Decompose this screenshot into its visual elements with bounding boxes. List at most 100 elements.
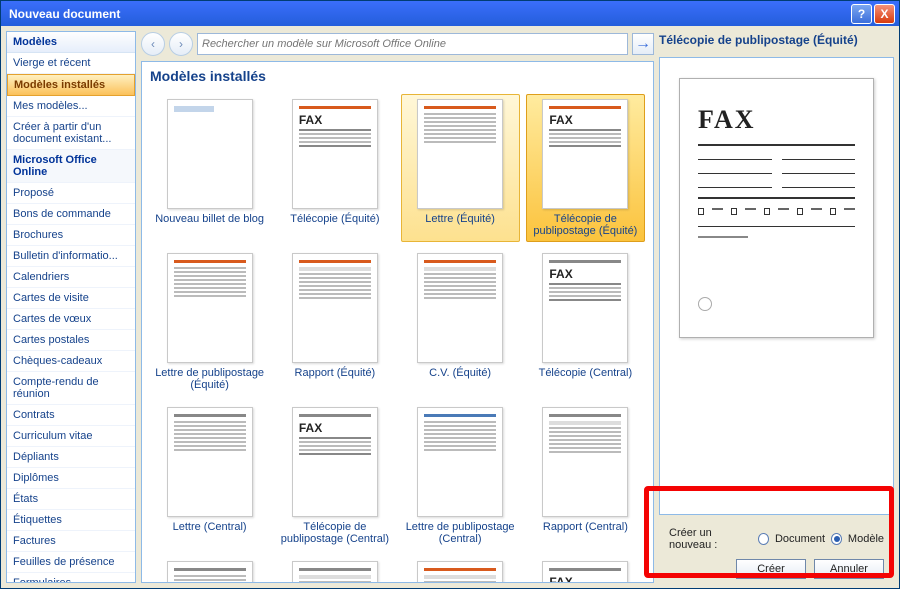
template-thumb <box>417 561 503 582</box>
template-thumb <box>417 407 503 517</box>
template-label: Rapport (Équité) <box>295 363 376 391</box>
template-thumb <box>292 253 378 363</box>
window-title: Nouveau document <box>5 7 849 21</box>
sidebar-item-5[interactable]: Proposé <box>7 183 135 204</box>
sidebar-item-2[interactable]: Mes modèles... <box>7 96 135 117</box>
content-heading: Modèles installés <box>142 62 653 90</box>
template-tile-13[interactable] <box>275 556 394 582</box>
content-panel: Modèles installés Nouveau billet de blog… <box>141 61 654 583</box>
sidebar-item-4[interactable]: Microsoft Office Online <box>7 150 135 183</box>
create-new-panel: Créer un nouveau : Document Modèle Créer… <box>659 521 894 583</box>
template-label: Lettre de publipostage (Central) <box>406 517 515 545</box>
template-thumb: FAX <box>292 99 378 209</box>
sidebar-item-10[interactable]: Cartes de visite <box>7 288 135 309</box>
template-tile-14[interactable] <box>401 556 520 582</box>
sidebar-item-7[interactable]: Brochures <box>7 225 135 246</box>
template-tile-2[interactable]: Lettre (Équité) <box>401 94 520 242</box>
template-label: Rapport (Central) <box>543 517 628 545</box>
template-thumb <box>417 99 503 209</box>
template-tile-12[interactable] <box>150 556 269 582</box>
template-label: Lettre (Central) <box>173 517 247 545</box>
sidebar-item-17[interactable]: Dépliants <box>7 447 135 468</box>
new-document-dialog: Nouveau document ? X Modèles Vierge et r… <box>0 0 900 589</box>
help-icon: ? <box>858 7 865 21</box>
dialog-buttons: Créer Annuler <box>669 559 884 579</box>
template-tile-6[interactable]: C.V. (Équité) <box>401 248 520 396</box>
template-label: Lettre (Équité) <box>425 209 495 237</box>
sidebar-item-21[interactable]: Factures <box>7 531 135 552</box>
close-button[interactable]: X <box>874 4 895 24</box>
sidebar-item-12[interactable]: Cartes postales <box>7 330 135 351</box>
sidebar-item-23[interactable]: Formulaires <box>7 573 135 582</box>
template-tile-9[interactable]: FAXTélécopie de publipostage (Central) <box>275 402 394 550</box>
template-label: Nouveau billet de blog <box>155 209 264 237</box>
template-thumb <box>417 253 503 363</box>
template-tile-4[interactable]: Lettre de publipostage (Équité) <box>150 248 269 396</box>
chevron-right-icon: › <box>179 37 183 51</box>
radio-template[interactable] <box>831 533 842 545</box>
template-label: Télécopie de publipostage (Équité) <box>531 209 640 237</box>
help-button[interactable]: ? <box>851 4 872 24</box>
template-thumb <box>292 561 378 582</box>
radio-document[interactable] <box>758 533 769 545</box>
template-label: Télécopie (Équité) <box>290 209 379 237</box>
sidebar-item-3[interactable]: Créer à partir d'un document existant... <box>7 117 135 150</box>
create-button[interactable]: Créer <box>736 559 806 579</box>
template-tile-1[interactable]: FAXTélécopie (Équité) <box>275 94 394 242</box>
navbar: ‹ › → <box>141 31 654 57</box>
middle-panel: ‹ › → Modèles installés Nouveau billet d… <box>141 31 654 583</box>
sidebar-item-1[interactable]: Modèles installés <box>7 74 135 96</box>
ring-icon <box>698 297 712 311</box>
sidebar-item-13[interactable]: Chèques-cadeaux <box>7 351 135 372</box>
template-thumb: FAX <box>292 407 378 517</box>
template-tile-10[interactable]: Lettre de publipostage (Central) <box>401 402 520 550</box>
template-thumb: FAX <box>542 253 628 363</box>
sidebar-item-14[interactable]: Compte-rendu de réunion <box>7 372 135 405</box>
template-gallery: Nouveau billet de blogFAXTélécopie (Équi… <box>142 90 653 582</box>
sidebar-item-8[interactable]: Bulletin d'informatio... <box>7 246 135 267</box>
sidebar-items: Vierge et récentModèles installésMes mod… <box>7 53 135 582</box>
sidebar-item-20[interactable]: Étiquettes <box>7 510 135 531</box>
cancel-button[interactable]: Annuler <box>814 559 884 579</box>
template-tile-7[interactable]: FAXTélécopie (Central) <box>526 248 645 396</box>
template-thumb <box>167 561 253 582</box>
sidebar-item-11[interactable]: Cartes de vœux <box>7 309 135 330</box>
template-label: Lettre de publipostage (Équité) <box>155 363 264 391</box>
titlebar: Nouveau document ? X <box>1 1 899 26</box>
nav-back-button[interactable]: ‹ <box>141 32 165 56</box>
search-go-button[interactable]: → <box>632 33 654 55</box>
sidebar-item-22[interactable]: Feuilles de présence <box>7 552 135 573</box>
chevron-left-icon: ‹ <box>151 37 155 51</box>
sidebar-item-15[interactable]: Contrats <box>7 405 135 426</box>
template-tile-0[interactable]: Nouveau billet de blog <box>150 94 269 242</box>
template-tile-11[interactable]: Rapport (Central) <box>526 402 645 550</box>
create-new-label: Créer un nouveau : <box>669 527 752 551</box>
sidebar-item-18[interactable]: Diplômes <box>7 468 135 489</box>
template-label: Télécopie de publipostage (Central) <box>280 517 389 545</box>
sidebar-item-6[interactable]: Bons de commande <box>7 204 135 225</box>
create-new-row: Créer un nouveau : Document Modèle <box>669 527 884 551</box>
preview-document: FAX <box>679 78 874 338</box>
template-thumb <box>542 407 628 517</box>
template-thumb <box>167 99 253 209</box>
template-tile-5[interactable]: Rapport (Équité) <box>275 248 394 396</box>
search-input[interactable] <box>202 38 623 50</box>
sidebar-item-9[interactable]: Calendriers <box>7 267 135 288</box>
template-thumb: FAX <box>542 99 628 209</box>
template-label: C.V. (Équité) <box>429 363 491 391</box>
sidebar: Modèles Vierge et récentModèles installé… <box>6 31 136 583</box>
sidebar-item-19[interactable]: États <box>7 489 135 510</box>
template-tile-3[interactable]: FAXTélécopie de publipostage (Équité) <box>526 94 645 242</box>
dialog-body: Modèles Vierge et récentModèles installé… <box>1 26 899 588</box>
sidebar-item-16[interactable]: Curriculum vitae <box>7 426 135 447</box>
radio-template-label: Modèle <box>848 533 884 545</box>
template-thumb: FAX <box>542 561 628 582</box>
nav-forward-button[interactable]: › <box>169 32 193 56</box>
search-box <box>197 33 628 55</box>
close-icon: X <box>880 7 888 21</box>
arrow-right-icon: → <box>635 35 651 53</box>
template-tile-15[interactable]: FAX <box>526 556 645 582</box>
template-tile-8[interactable]: Lettre (Central) <box>150 402 269 550</box>
radio-document-label: Document <box>775 533 825 545</box>
sidebar-item-0[interactable]: Vierge et récent <box>7 53 135 74</box>
